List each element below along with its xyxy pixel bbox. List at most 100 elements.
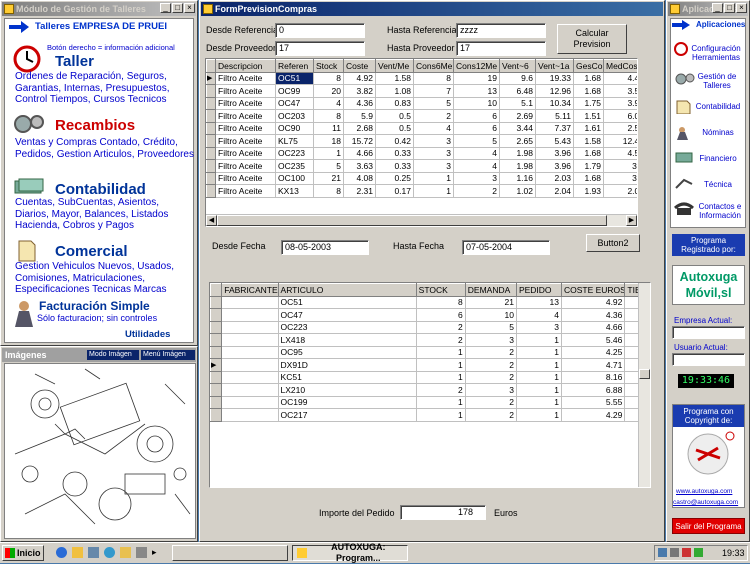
table-cell-cons6me[interactable]: 5 bbox=[413, 97, 454, 110]
desde-fecha-input[interactable]: 08-05-2003 bbox=[281, 240, 369, 255]
table-cell-stock[interactable]: 8 bbox=[313, 72, 344, 85]
maximize-button[interactable]: □ bbox=[172, 3, 183, 13]
exit-button[interactable]: Salir del Programa bbox=[672, 518, 745, 534]
right-minimize-button[interactable]: _ bbox=[712, 3, 723, 13]
table-cell-gesco[interactable]: 1.68 bbox=[573, 72, 604, 85]
table-cell-vent-1a[interactable]: 2.04 bbox=[535, 184, 574, 198]
tray-antivirus-icon[interactable] bbox=[682, 548, 691, 557]
table-cell-articulo[interactable]: OC51 bbox=[278, 296, 417, 309]
table-cell-cons12me[interactable]: 4 bbox=[453, 147, 500, 160]
table-cell-fabricante[interactable] bbox=[221, 308, 279, 322]
engine-diagram[interactable] bbox=[4, 363, 196, 539]
document-icon[interactable] bbox=[15, 239, 39, 263]
row-indicator[interactable] bbox=[206, 96, 216, 110]
table-cell-vent-mes[interactable]: 0.42 bbox=[375, 134, 414, 148]
table-row[interactable]: ▶ DX91D 1 2 1 4.71 bbox=[210, 358, 650, 372]
table-cell-pedido[interactable]: 1 bbox=[516, 408, 562, 422]
col-cons12me[interactable]: Cons12Me bbox=[453, 59, 500, 73]
table-cell-referen[interactable]: OC235 bbox=[275, 159, 314, 173]
table-cell-coste[interactable]: 3.63 bbox=[343, 159, 376, 173]
table-cell-vent-mes[interactable]: 1.58 bbox=[375, 72, 414, 85]
table-cell-demanda[interactable]: 3 bbox=[465, 383, 517, 397]
quicklaunch-outlook-icon[interactable] bbox=[72, 547, 83, 558]
table-cell-descripcion[interactable]: Filtro Aceite bbox=[215, 122, 276, 135]
col-fabricante[interactable]: FABRICANTE bbox=[221, 283, 279, 297]
table-cell-referen[interactable]: KX13 bbox=[275, 184, 314, 198]
table-row[interactable]: KC51 1 2 1 8.16 bbox=[210, 370, 650, 384]
table-cell-vent-6[interactable]: 2.69 bbox=[499, 109, 536, 123]
table-cell-cons12me[interactable]: 3 bbox=[453, 172, 500, 185]
table-cell-medcos[interactable]: 3.7 bbox=[603, 172, 637, 185]
table-cell-vent-6[interactable]: 1.16 bbox=[499, 172, 536, 185]
table-cell-stock[interactable]: 1 bbox=[416, 396, 466, 409]
table-cell-fabricante[interactable] bbox=[221, 371, 279, 384]
table-cell-vent-6[interactable]: 1.02 bbox=[499, 184, 536, 198]
table-cell-vent-mes[interactable]: 0.5 bbox=[375, 109, 414, 123]
section-facturacion-text[interactable]: Sólo facturacion; sin controles bbox=[37, 313, 197, 325]
row-indicator[interactable]: ▶ bbox=[206, 71, 216, 85]
table-row[interactable]: Filtro Aceite OC100 21 4.08 0.25 1 3 1.16 2.03 1.… bbox=[206, 171, 637, 185]
table-cell-cons6me[interactable]: 8 bbox=[413, 72, 454, 85]
table-cell-fabricante[interactable] bbox=[221, 383, 279, 397]
table-cell-demanda[interactable]: 2 bbox=[465, 396, 517, 409]
table-cell-stock[interactable]: 1 bbox=[416, 408, 466, 422]
table-cell-gesco[interactable]: 1.68 bbox=[573, 147, 604, 160]
tray-network-icon[interactable] bbox=[658, 548, 667, 557]
table-cell-descripcion[interactable]: Filtro Aceite bbox=[215, 109, 276, 123]
table-cell-coste[interactable]: 4.08 bbox=[343, 172, 376, 185]
table-cell-vent-1a[interactable]: 19.33 bbox=[535, 72, 574, 85]
col-articulo[interactable]: ARTICULO bbox=[277, 283, 417, 297]
table-row[interactable]: Filtro Aceite KX13 8 2.31 0.17 1 2 1.02 2.04 1.93… bbox=[206, 184, 637, 198]
table-cell-cons6me[interactable]: 2 bbox=[413, 109, 454, 123]
table-cell-vent-6[interactable]: 3.44 bbox=[499, 122, 536, 135]
table-cell-medcos[interactable]: 2.52 bbox=[603, 122, 637, 135]
table-cell-vent-1a[interactable]: 5.11 bbox=[535, 109, 574, 123]
table-cell-coste[interactable]: 4.92 bbox=[343, 72, 376, 85]
table-cell-articulo[interactable]: KC51 bbox=[278, 371, 417, 384]
table-cell-medcos[interactable]: 3.57 bbox=[603, 84, 637, 98]
table-cell-referen[interactable]: OC100 bbox=[275, 172, 314, 185]
col-gesco[interactable]: GesCo bbox=[573, 59, 604, 73]
form-titlebar[interactable]: FormPrevisionCompras bbox=[201, 2, 663, 16]
table-cell-coste[interactable]: 2.68 bbox=[343, 122, 376, 135]
table-cell-descripcion[interactable]: Filtro Aceite bbox=[215, 159, 276, 173]
table-cell-stock[interactable]: 4 bbox=[313, 97, 344, 110]
table-cell-gesco[interactable]: 1.68 bbox=[573, 172, 604, 185]
calcular-prevision-button[interactable]: Calcular Prevision bbox=[557, 24, 627, 54]
utilities-link[interactable]: Utilidades bbox=[125, 329, 170, 340]
table-cell-coste-euros[interactable]: 6.88 bbox=[561, 383, 626, 397]
table-cell-cons12me[interactable]: 13 bbox=[453, 84, 500, 98]
row-indicator[interactable] bbox=[210, 308, 223, 322]
table-cell-coste-euros[interactable]: 4.71 bbox=[561, 358, 626, 372]
table-cell-cons6me[interactable]: 1 bbox=[413, 172, 454, 185]
row-indicator[interactable] bbox=[206, 84, 216, 98]
table-cell-vent-6[interactable]: 5.1 bbox=[499, 97, 536, 110]
tray-volume-icon[interactable] bbox=[670, 548, 679, 557]
table-row[interactable]: ▶ Filtro Aceite OC51 8 4.92 1.58 8 19 9.6 19.33 1.… bbox=[206, 71, 637, 85]
table-row[interactable]: OC47 6 10 4 4.36 bbox=[210, 308, 650, 322]
table-cell-fabricante[interactable] bbox=[221, 358, 279, 372]
table-cell-cons12me[interactable]: 6 bbox=[453, 109, 500, 123]
table-cell-pedido[interactable]: 1 bbox=[516, 358, 562, 372]
table-cell-fabricante[interactable] bbox=[221, 346, 279, 359]
table-cell-descripcion[interactable]: Filtro Aceite bbox=[215, 84, 276, 98]
app-item-talleres[interactable]: Gestión de Talleres bbox=[690, 72, 744, 90]
table-cell-pedido[interactable]: 1 bbox=[516, 383, 562, 397]
table-cell-stock[interactable]: 1 bbox=[416, 346, 466, 359]
table-row[interactable]: OC95 1 2 1 4.25 bbox=[210, 345, 650, 359]
col-descripcion[interactable]: Descripcion bbox=[215, 59, 276, 73]
table-cell-stock[interactable]: 21 bbox=[313, 172, 344, 185]
table-cell-vent-1a[interactable]: 3.96 bbox=[535, 159, 574, 173]
table-cell-stock[interactable]: 1 bbox=[416, 358, 466, 372]
app-item-contactos[interactable]: Contactos e Información bbox=[694, 202, 746, 220]
table-row[interactable]: Filtro Aceite OC223 1 4.66 0.33 3 4 1.98 3.96 1.6… bbox=[206, 146, 637, 160]
table-cell-descripcion[interactable]: Filtro Aceite bbox=[215, 147, 276, 160]
table-cell-articulo[interactable]: OC95 bbox=[278, 346, 417, 359]
table-cell-stock[interactable]: 8 bbox=[313, 184, 344, 198]
row-indicator[interactable]: ▶ bbox=[210, 358, 223, 372]
section-taller-text[interactable]: Ordenes de Reparación, Seguros, Garantia… bbox=[15, 71, 195, 106]
table-cell-coste-euros[interactable]: 4.92 bbox=[561, 296, 626, 309]
table-cell-descripcion[interactable]: Filtro Aceite bbox=[215, 72, 276, 85]
prevision-grid[interactable]: Descripcion Referen Stock Coste Vent/Me … bbox=[205, 58, 638, 227]
money-icon[interactable] bbox=[13, 177, 45, 197]
